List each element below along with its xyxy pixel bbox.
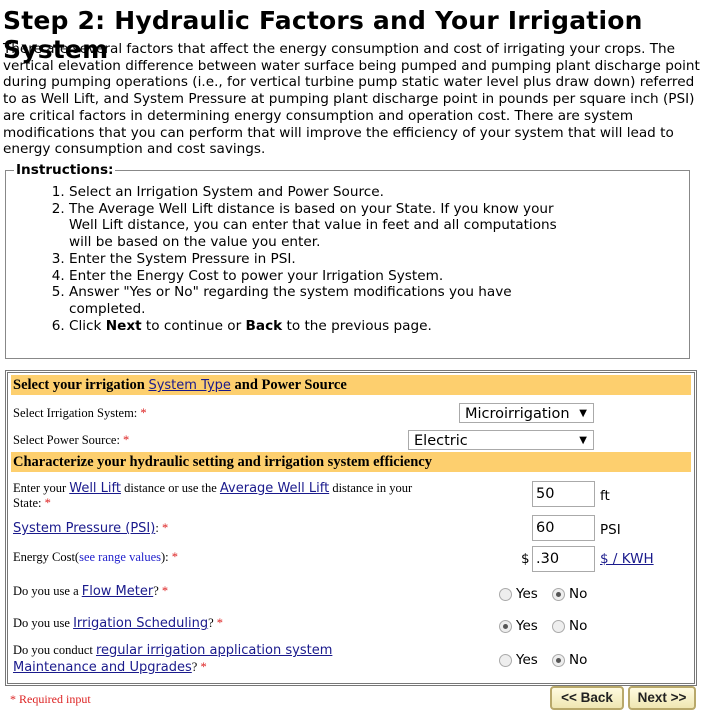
required-mark: * [140, 406, 147, 420]
well-lift-input[interactable]: 50 [532, 481, 595, 507]
next-button[interactable]: Next >> [628, 686, 696, 710]
well-lift-link[interactable]: Well Lift [69, 481, 121, 496]
text: Energy Cost( [13, 550, 80, 564]
required-mark: * [200, 660, 207, 674]
range-values-link[interactable]: see range values [79, 550, 161, 564]
instruction-item: Select an Irrigation System and Power So… [69, 184, 579, 201]
instruction-item: The Average Well Lift distance is based … [69, 201, 579, 251]
scheduling-no-radio[interactable]: No [552, 618, 587, 634]
radio-icon [499, 587, 512, 601]
instruction-item: Answer "Yes or No" regarding the system … [69, 284, 579, 317]
instruction-item: Enter the Energy Cost to power your Irri… [69, 268, 579, 285]
scheduling-yes-radio[interactable]: Yes [499, 618, 538, 634]
currency-symbol: $ [521, 551, 530, 567]
maintenance-label: Do you conduct regular irrigation applic… [13, 642, 373, 676]
radio-icon [552, 619, 565, 633]
text: Back [245, 317, 283, 334]
flow-meter-yes-radio[interactable]: Yes [499, 586, 538, 602]
required-mark: * [123, 433, 130, 447]
energy-cost-input[interactable]: .30 [532, 546, 595, 572]
power-source-label: Select Power Source: * [13, 433, 129, 448]
average-well-lift-link[interactable]: Average Well Lift [220, 481, 329, 496]
required-mark: * [44, 496, 51, 510]
text: : [155, 521, 162, 535]
selected-value: Electric [414, 433, 468, 449]
text: Yes [516, 618, 538, 634]
instruction-item: Enter the System Pressure in PSI. [69, 251, 579, 268]
maintenance-row: Do you conduct regular irrigation applic… [11, 641, 691, 677]
instructions-box: Instructions: Select an Irrigation Syste… [5, 162, 690, 359]
text: Yes [516, 652, 538, 668]
irrigation-system-row: Select Irrigation System: * Microirrigat… [11, 403, 691, 427]
system-pressure-input[interactable]: 60 [532, 515, 595, 541]
required-mark: * [171, 550, 179, 564]
text: Do you use [13, 616, 74, 630]
radio-selected-icon [552, 653, 565, 667]
dropdown-arrow-icon: ▼ [579, 435, 587, 446]
required-mark: * [216, 616, 224, 630]
required-mark: * [161, 584, 169, 598]
system-pressure-row: System Pressure (PSI): * 60 PSI [11, 515, 691, 543]
section-header-hydraulic: Characterize your hydraulic setting and … [11, 452, 691, 472]
text: distance or use the [120, 481, 220, 495]
text: Next [105, 317, 142, 334]
flow-meter-row: Do you use a Flow Meter? * Yes No [11, 581, 691, 605]
radio-selected-icon [499, 619, 512, 633]
text: Do you use a [13, 584, 82, 598]
scheduling-row: Do you use Irrigation Scheduling? * Yes … [11, 613, 691, 637]
irrigation-system-select[interactable]: Microirrigation ▼ [459, 403, 594, 423]
text: Yes [516, 586, 538, 602]
text: ? [153, 584, 162, 598]
well-lift-unit: ft [600, 488, 610, 504]
text: Select your irrigation [13, 377, 149, 393]
section-header-system: Select your irrigation System Type and P… [11, 375, 691, 395]
text: ? [208, 616, 217, 630]
system-pressure-link[interactable]: System Pressure (PSI) [13, 521, 155, 536]
energy-cost-row: Energy Cost(see range values): * $ .30 $… [11, 546, 691, 574]
flow-meter-no-radio[interactable]: No [552, 586, 587, 602]
back-button[interactable]: << Back [550, 686, 624, 710]
radio-icon [499, 653, 512, 667]
system-type-link[interactable]: System Type [148, 378, 230, 393]
instruction-item: Click Next to continue or Back to the pr… [69, 318, 579, 335]
well-lift-row: Enter your Well Lift distance or use the… [11, 479, 691, 513]
scheduling-label: Do you use Irrigation Scheduling? * [13, 616, 223, 631]
text: to the previous page. [282, 317, 432, 334]
power-source-select[interactable]: Electric ▼ [408, 430, 594, 450]
selected-value: Microirrigation [465, 406, 570, 422]
irrigation-form: Select your irrigation System Type and P… [5, 370, 697, 686]
dropdown-arrow-icon: ▼ [579, 408, 587, 419]
flow-meter-label: Do you use a Flow Meter? * [13, 584, 168, 599]
text: and Power Source [230, 377, 347, 393]
required-note: * Required input [10, 692, 91, 706]
flow-meter-link[interactable]: Flow Meter [82, 584, 153, 599]
text: Select Power Source: [13, 433, 124, 447]
required-mark: * [161, 521, 169, 535]
well-lift-label: Enter your Well Lift distance or use the… [13, 481, 413, 511]
text: Enter your [13, 481, 70, 495]
text: Click [69, 317, 106, 334]
text: ): [161, 550, 172, 564]
irrigation-scheduling-link[interactable]: Irrigation Scheduling [73, 616, 208, 631]
text: No [569, 652, 588, 668]
instructions-list: Select an Irrigation System and Power So… [6, 184, 579, 334]
irrigation-system-label: Select Irrigation System: * [13, 406, 147, 421]
text: Do you conduct [13, 643, 96, 657]
text: to continue or [141, 317, 246, 334]
energy-cost-label: Energy Cost(see range values): * [13, 550, 178, 565]
energy-unit-link[interactable]: $ / KWH [600, 551, 654, 567]
system-pressure-unit: PSI [600, 522, 621, 538]
radio-selected-icon [552, 587, 565, 601]
system-pressure-label: System Pressure (PSI): * [13, 521, 168, 536]
intro-text: There are several factors that affect th… [3, 41, 700, 158]
maintenance-yes-radio[interactable]: Yes [499, 652, 538, 668]
power-source-row: Select Power Source: * Electric ▼ [11, 430, 691, 454]
maintenance-no-radio[interactable]: No [552, 652, 587, 668]
text: No [569, 618, 588, 634]
instructions-legend: Instructions: [16, 162, 114, 178]
text: Select Irrigation System: [13, 406, 141, 420]
text: No [569, 586, 588, 602]
